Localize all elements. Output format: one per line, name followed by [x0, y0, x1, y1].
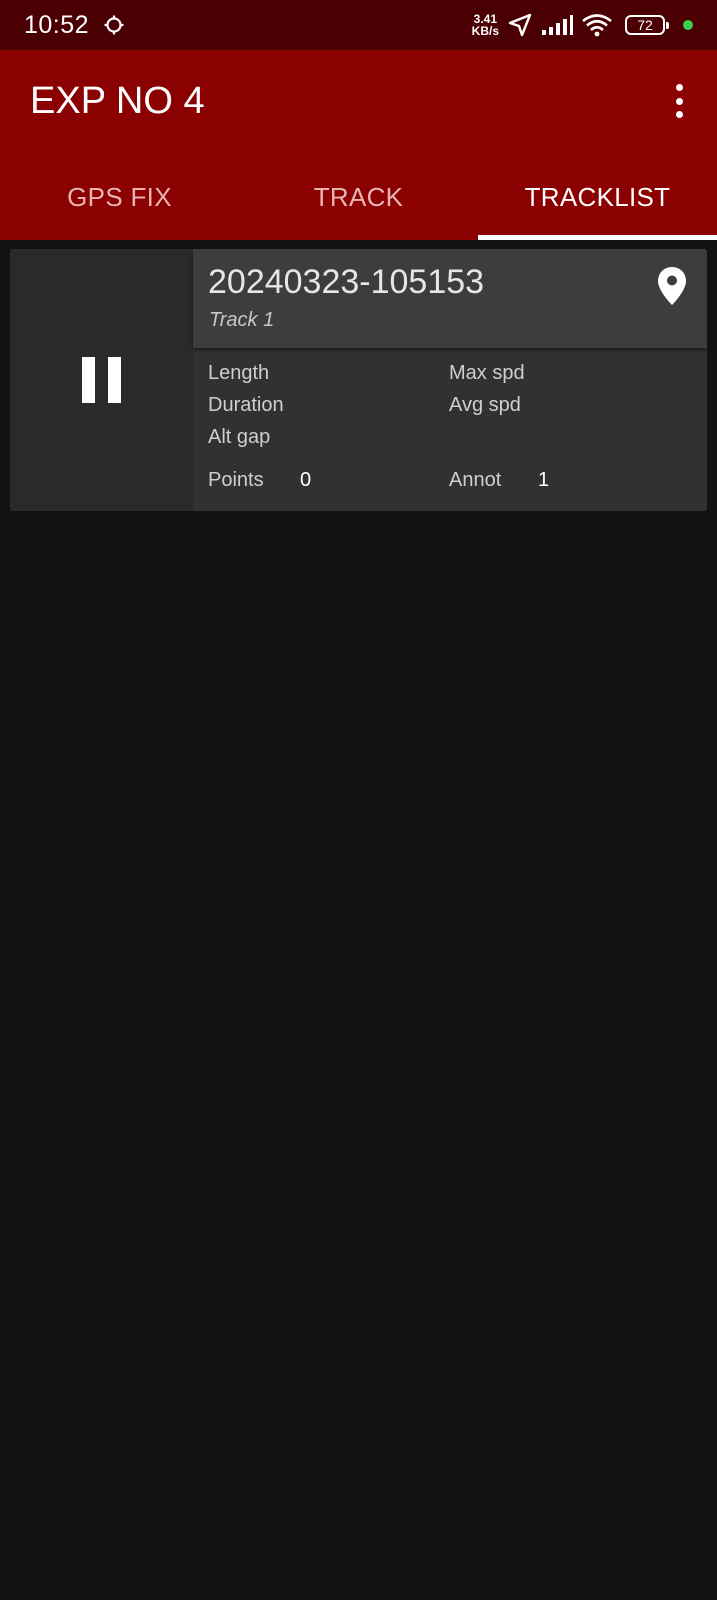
- stat-length-label: Length: [208, 362, 270, 384]
- app-bar: EXP NO 4: [0, 50, 717, 154]
- track-card-header[interactable]: 20240323-105153 Track 1: [193, 249, 707, 348]
- status-icons: 3.41 KB/s 72: [472, 12, 693, 38]
- track-name: 20240323-105153: [208, 263, 485, 301]
- track-card[interactable]: 20240323-105153 Track 1 Length Duration …: [10, 249, 707, 511]
- network-speed: 3.41 KB/s: [472, 13, 499, 37]
- stat-points-value: 0: [300, 469, 312, 491]
- track-subtitle: Track 1: [209, 309, 275, 331]
- track-stats: Length Duration Alt gap Max spd Avg spd …: [193, 348, 707, 511]
- stat-annot-label: Annot: [449, 469, 502, 491]
- tab-track[interactable]: TRACK: [239, 154, 478, 240]
- wifi-icon: [582, 14, 612, 37]
- tab-tracklist[interactable]: TRACKLIST: [478, 154, 717, 240]
- battery-icon: 72: [625, 15, 669, 35]
- signal-icon: [542, 15, 573, 35]
- stat-avg-spd-label: Avg spd: [449, 394, 521, 416]
- tab-bar: GPS FIX TRACK TRACKLIST: [0, 154, 717, 240]
- overflow-menu-button[interactable]: [673, 84, 685, 118]
- more-vert-icon: [675, 84, 683, 91]
- stat-max-spd-label: Max spd: [449, 362, 525, 384]
- tab-gps-fix[interactable]: GPS FIX: [0, 154, 239, 240]
- sync-icon: [104, 15, 124, 35]
- stat-annot-value: 1: [538, 469, 550, 491]
- battery-level: 72: [637, 17, 653, 33]
- record-toggle-button[interactable]: [10, 249, 193, 511]
- stat-duration-label: Duration: [208, 394, 284, 416]
- location-pin-icon[interactable]: [657, 266, 687, 306]
- app-title: EXP NO 4: [30, 80, 205, 122]
- location-arrow-icon: [508, 13, 532, 37]
- network-speed-unit: KB/s: [471, 24, 499, 38]
- stat-alt-gap-label: Alt gap: [208, 426, 271, 448]
- status-bar: 10:52 3.41 KB/s 72: [0, 0, 717, 50]
- stat-points-label: Points: [208, 469, 264, 491]
- status-time: 10:52: [24, 10, 90, 39]
- pause-icon: [82, 357, 121, 403]
- privacy-indicator-dot: [683, 20, 693, 30]
